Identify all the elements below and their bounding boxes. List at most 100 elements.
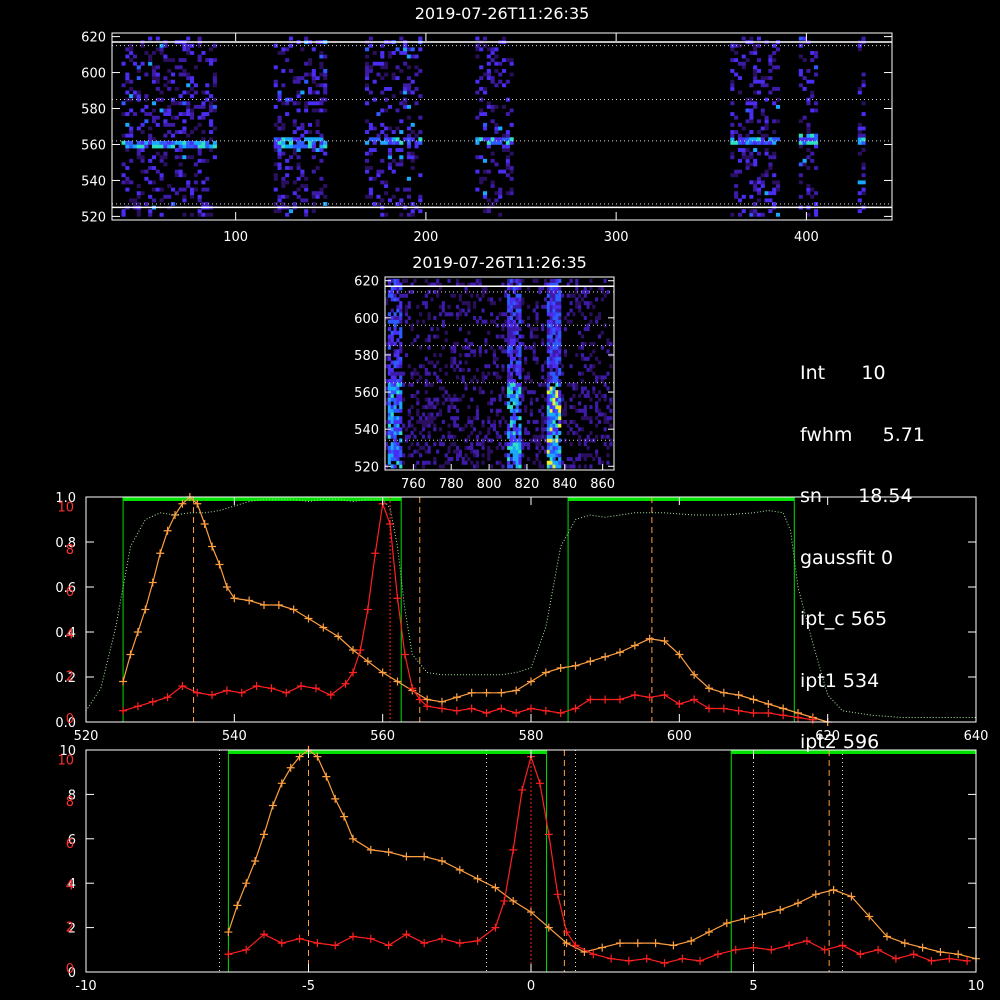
heatmap-2-cell [552, 449, 556, 454]
heatmap-1-cell [737, 198, 743, 203]
heatmap-2-cell [387, 367, 391, 372]
profile-2-series-orange [227, 749, 977, 960]
heatmap-2-cell [524, 360, 528, 365]
heatmap-2-cell [464, 301, 468, 306]
heatmap-1-cell [772, 119, 777, 124]
heatmap-1-cell [745, 97, 750, 102]
heatmap-1-cell [319, 133, 324, 138]
heatmap-2-cell [558, 438, 562, 443]
heatmap-1-cell [277, 162, 282, 167]
heatmap-2-cell [402, 397, 406, 402]
heatmap-2-cell [541, 375, 545, 380]
heatmap-1-cell [277, 155, 282, 160]
heatmap-2-cell [396, 408, 400, 413]
heatmap-1-cell [144, 72, 149, 77]
heatmap-1-cell [209, 61, 214, 66]
heatmap-1-cell [167, 122, 172, 127]
heatmap-2-cell [387, 312, 391, 317]
heatmap-1-cell [178, 58, 183, 63]
heatmap-1-cell [125, 54, 130, 59]
heatmap-2-cell [396, 453, 400, 458]
heatmap-1-cell [125, 144, 130, 149]
heatmap-1-cell [745, 166, 750, 170]
heatmap-1-cell [167, 194, 172, 199]
heatmap-2-cell [555, 464, 559, 469]
heatmap-1-cell [285, 212, 290, 217]
heatmap-2-cell [541, 364, 545, 369]
heatmap-1-cell [741, 209, 746, 214]
heatmap-2-cell [578, 434, 582, 439]
heatmap-2-cell [549, 301, 553, 306]
heatmap-1-cell [209, 104, 214, 109]
heatmap-1-cell [756, 140, 762, 145]
heatmap-1-cell [486, 140, 491, 145]
heatmap-2-cell [458, 353, 462, 358]
heatmap-2-cell [507, 457, 511, 462]
heatmap-1-cell [288, 140, 294, 145]
heatmap-2-cell [555, 371, 559, 376]
heatmap-1-cell [129, 198, 134, 203]
profile-1-point-orange [319, 623, 328, 632]
heatmap-1-cell [197, 43, 202, 48]
heatmap-2-cell [387, 397, 391, 402]
heatmap-1-cell [273, 176, 278, 181]
heatmap-2-cell [390, 408, 394, 413]
heatmap-1-cell [772, 191, 777, 196]
heatmap-1-cell [741, 137, 746, 142]
heatmap-1-cell [806, 187, 811, 192]
heatmap-2-cell [475, 464, 479, 469]
heatmap-2-cell [490, 397, 494, 402]
heatmap-2-cell [481, 293, 485, 298]
heatmap-1-cell [197, 122, 202, 127]
heatmap-2-cell [481, 453, 485, 458]
heatmap-2-cell [603, 416, 607, 421]
heatmap-1-cell [399, 198, 404, 203]
heatmap-2-cell [518, 442, 522, 447]
heatmap-1-cell [163, 58, 168, 63]
heatmap-1-cell [174, 86, 179, 91]
heatmap-1-cell [403, 61, 408, 66]
heatmap-1-cell [121, 162, 126, 167]
heatmap-2-cell [515, 460, 519, 465]
heatmap-2-cell [396, 371, 400, 376]
heatmap-2-cell [509, 457, 514, 462]
heatmap-1-cell [741, 140, 746, 145]
heatmap-1-cell [365, 194, 370, 199]
heatmap-1-cell [772, 151, 777, 156]
heatmap-2-cell [515, 416, 519, 421]
heatmap-2-cell [546, 416, 550, 421]
heatmap-2-cell [393, 360, 397, 365]
heatmap-2-cell [387, 412, 391, 417]
heatmap-2-cell [563, 401, 567, 406]
profile-1-point-orange [719, 688, 728, 697]
heatmap-2-cell [393, 293, 397, 298]
heatmap-2-cell [549, 431, 553, 436]
heatmap-2-cell [561, 371, 565, 376]
heatmap-1-cell [136, 212, 141, 217]
heatmap-1-cell [277, 140, 282, 145]
heatmap-2-cell [549, 423, 553, 428]
heatmap-2-cell [566, 431, 570, 436]
heatmap-1-cell [384, 180, 389, 185]
heatmap-1-cell [193, 90, 198, 95]
heatmap-2-cell [524, 442, 528, 447]
heatmap-2-cell [473, 375, 477, 380]
heatmap-2-cell [447, 278, 451, 283]
profile-2-point-red [802, 936, 811, 945]
heatmap-2-cell [461, 308, 465, 313]
heatmap-1-cell [368, 122, 373, 127]
heatmap-2-cell [475, 405, 479, 410]
heatmap-1-cell [273, 137, 278, 142]
heatmap-2-cell [524, 386, 528, 391]
heatmap-2-cell [430, 297, 434, 302]
heatmap-1-cell [486, 76, 491, 81]
heatmap-2-cell [467, 308, 471, 313]
heatmap-1-cell [475, 36, 480, 41]
heatmap-1-cell [768, 162, 773, 167]
heatmap-2-cell [512, 312, 516, 317]
profile-1-point-orange [764, 700, 773, 708]
heatmap-2-cell [558, 453, 562, 458]
heatmap-2-cell [393, 453, 397, 458]
heatmap-1-cell [384, 184, 389, 188]
heatmap-1-cell [380, 180, 385, 185]
